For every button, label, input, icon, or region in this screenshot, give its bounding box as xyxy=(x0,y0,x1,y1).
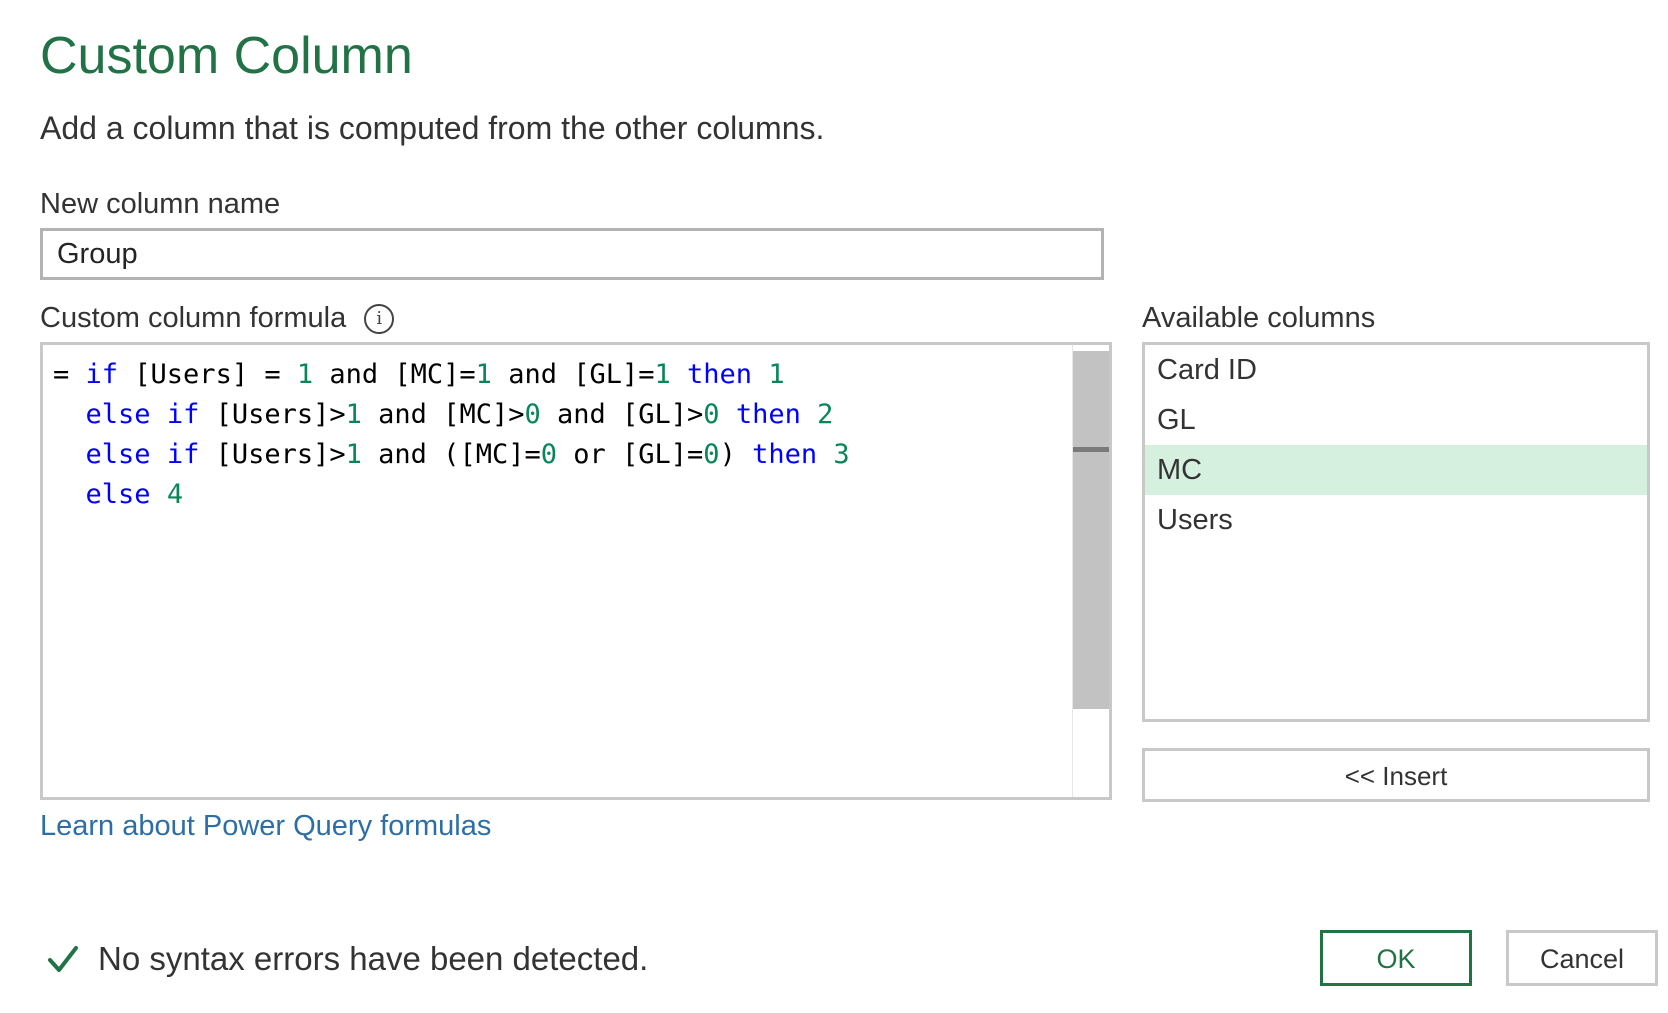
dialog-subtitle: Add a column that is computed from the o… xyxy=(40,110,825,146)
formula-token xyxy=(53,439,86,470)
syntax-status-text: No syntax errors have been detected. xyxy=(98,940,649,977)
formula-token: then xyxy=(735,399,801,430)
formula-token: 1 xyxy=(296,359,314,390)
formula-token: and [MC]> xyxy=(361,399,525,430)
formula-token: 0 xyxy=(540,439,557,470)
dialog-title: Custom Column xyxy=(40,27,413,85)
learn-formulas-link[interactable]: Learn about Power Query formulas xyxy=(40,810,491,843)
available-column-item[interactable]: MC xyxy=(1145,445,1647,495)
formula-token xyxy=(752,359,768,390)
formula-token: 2 xyxy=(817,399,834,430)
formula-token: 0 xyxy=(703,399,720,430)
available-column-item[interactable]: Card ID xyxy=(1145,345,1647,395)
available-columns-items: Card ID GL MC Users xyxy=(1145,345,1647,545)
new-column-name-input[interactable] xyxy=(40,228,1104,280)
formula-token: then xyxy=(687,359,753,390)
formula-line: = if [Users] = 1 and [MC]=1 and [GL]=1 t… xyxy=(53,355,850,395)
formula-token: then xyxy=(752,439,818,470)
formula-token: [Users]> xyxy=(199,439,346,470)
formula-code[interactable]: = if [Users] = 1 and [MC]=1 and [GL]=1 t… xyxy=(53,355,850,515)
formula-token xyxy=(671,359,687,390)
available-column-item[interactable]: Users xyxy=(1145,495,1647,545)
formula-token xyxy=(151,399,167,430)
insert-button[interactable]: << Insert xyxy=(1142,748,1650,802)
formula-token xyxy=(801,399,817,430)
formula-token: = xyxy=(53,359,86,390)
formula-line: else 4 xyxy=(53,475,850,515)
formula-token: ) xyxy=(719,439,753,470)
formula-token: else xyxy=(85,439,151,470)
formula-token: and ([MC]= xyxy=(361,439,541,470)
formula-token xyxy=(151,479,167,510)
syntax-status: No syntax errors have been detected. xyxy=(46,940,648,978)
formula-token: [Users] = xyxy=(118,359,297,390)
available-column-item[interactable]: GL xyxy=(1145,395,1647,445)
formula-token xyxy=(151,439,167,470)
available-columns-label: Available columns xyxy=(1142,302,1376,334)
formula-token: and [MC]= xyxy=(313,359,476,390)
formula-token: 1 xyxy=(345,439,362,470)
ok-button[interactable]: OK xyxy=(1320,930,1472,986)
formula-line: else if [Users]>1 and ([MC]=0 or [GL]=0)… xyxy=(53,435,850,475)
formula-token: 1 xyxy=(654,359,671,390)
formula-token: or [GL]= xyxy=(556,439,704,470)
formula-token: if xyxy=(166,399,200,430)
formula-label-text: Custom column formula xyxy=(40,302,347,334)
formula-token: else xyxy=(85,399,151,430)
formula-scrollbar[interactable] xyxy=(1072,345,1109,797)
checkmark-icon xyxy=(48,946,78,972)
formula-line: else if [Users]>1 and [MC]>0 and [GL]>0 … xyxy=(53,395,850,435)
formula-token: [Users]> xyxy=(199,399,346,430)
available-columns-list[interactable]: Card ID GL MC Users xyxy=(1142,342,1650,722)
formula-token xyxy=(53,399,86,430)
info-icon[interactable]: i xyxy=(364,303,395,334)
formula-token: if xyxy=(85,359,119,390)
formula-token: 1 xyxy=(768,359,785,390)
formula-token: 0 xyxy=(703,439,720,470)
formula-token: if xyxy=(166,439,200,470)
scrollbar-grip xyxy=(1073,447,1109,452)
formula-token xyxy=(720,399,736,430)
scrollbar-thumb[interactable] xyxy=(1073,351,1109,709)
formula-token: else xyxy=(85,479,151,510)
formula-label: Custom column formula i xyxy=(40,302,395,335)
cancel-button[interactable]: Cancel xyxy=(1506,930,1658,986)
formula-token xyxy=(53,479,86,510)
new-column-name-label: New column name xyxy=(40,188,281,220)
formula-token xyxy=(817,439,833,470)
formula-token: and [GL]> xyxy=(540,399,704,430)
formula-token: 0 xyxy=(524,399,541,430)
formula-token: and [GL]= xyxy=(491,359,655,390)
formula-editor[interactable]: = if [Users] = 1 and [MC]=1 and [GL]=1 t… xyxy=(40,342,1112,800)
formula-token: 4 xyxy=(166,479,184,510)
formula-token: 1 xyxy=(345,399,362,430)
formula-token: 3 xyxy=(833,439,850,470)
formula-token: 1 xyxy=(475,359,492,390)
